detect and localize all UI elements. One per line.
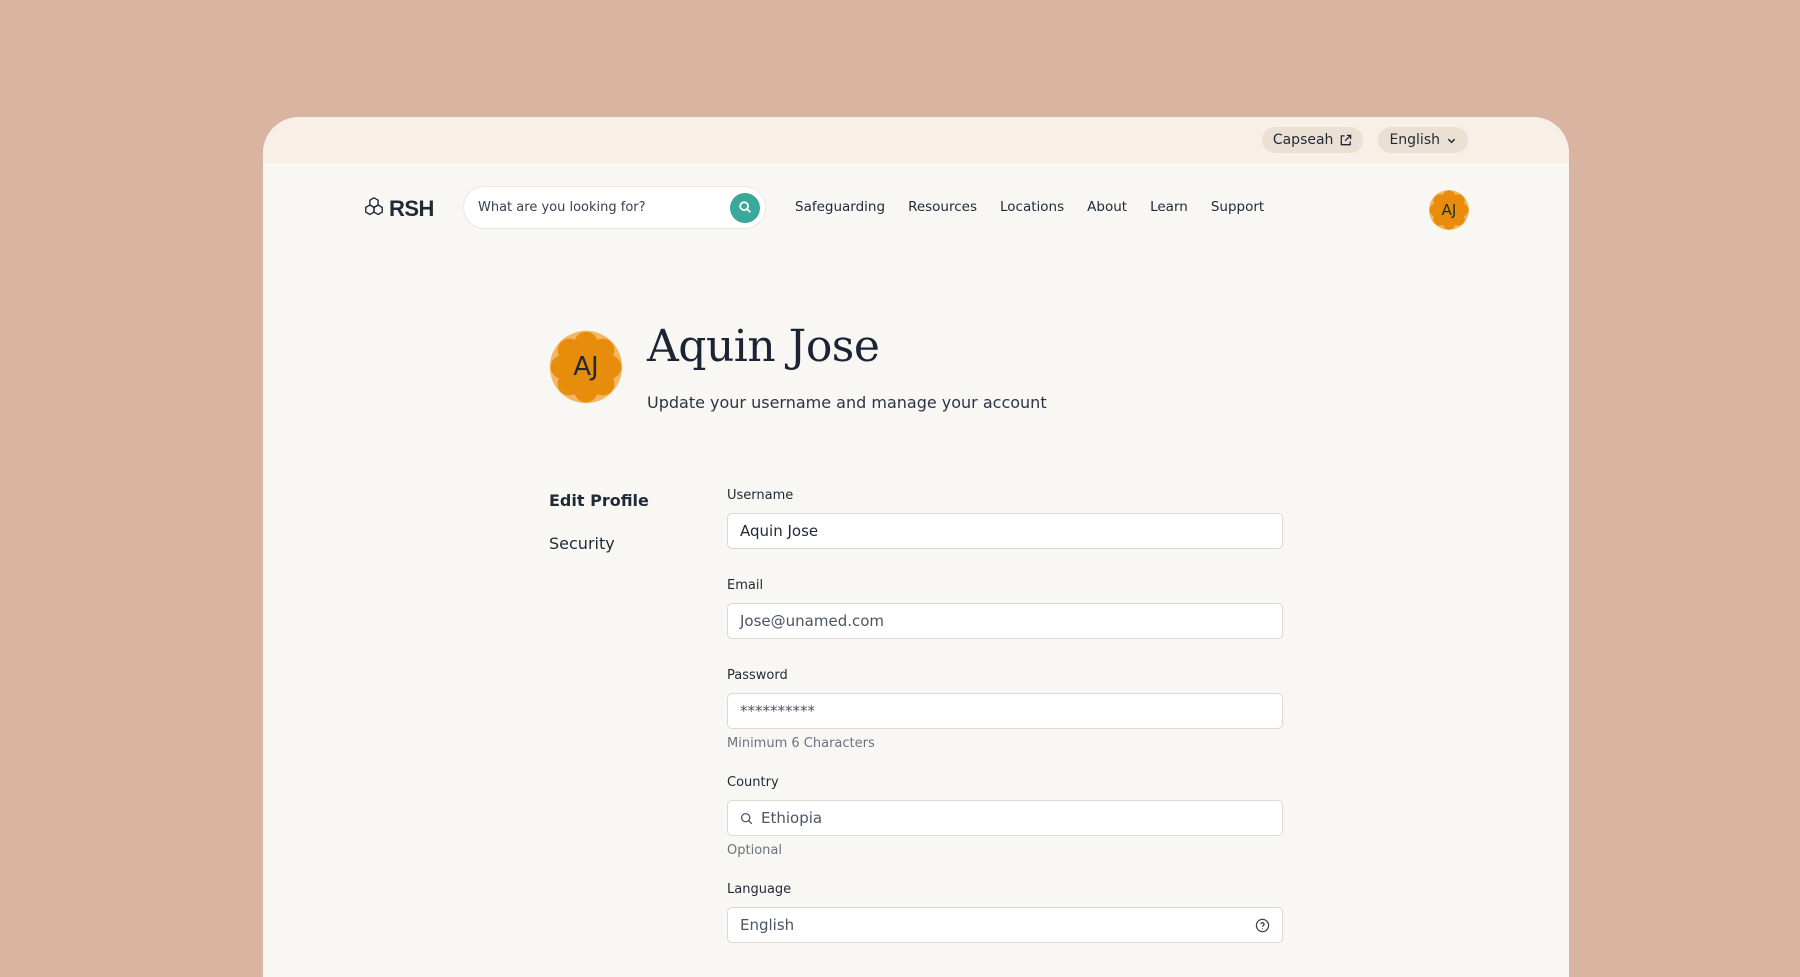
- edit-profile-form: Username Aquin Jose Email Jose@unamed.co…: [727, 488, 1283, 943]
- search-input[interactable]: [478, 200, 718, 215]
- page-subtitle: Update your username and manage your acc…: [647, 393, 1047, 412]
- user-avatar-menu[interactable]: AJ: [1428, 189, 1470, 231]
- email-field-group: Email Jose@unamed.com: [727, 578, 1283, 639]
- country-hint: Optional: [727, 843, 782, 858]
- email-input[interactable]: Jose@unamed.com: [727, 603, 1283, 639]
- external-link-icon: [1339, 134, 1352, 147]
- country-input[interactable]: Ethiopia: [727, 800, 1283, 836]
- nav-links: Safeguarding Resources Locations About L…: [795, 163, 1264, 251]
- password-label: Password: [727, 668, 788, 683]
- page-title: Aquin Jose: [647, 321, 880, 372]
- search-bar: [463, 186, 766, 229]
- utility-bar: Capseah English: [263, 117, 1569, 163]
- email-label: Email: [727, 578, 764, 593]
- side-menu-security[interactable]: Security: [549, 534, 649, 553]
- country-field-group: Country Ethiopia Optional: [727, 775, 1283, 858]
- help-circle-icon[interactable]: [1255, 918, 1270, 933]
- main-navbar: RSH Safeguarding Resources Locations Abo…: [263, 163, 1569, 251]
- profile-avatar: AJ: [548, 329, 624, 405]
- language-selector-label: English: [1389, 132, 1440, 148]
- search-icon: [738, 199, 752, 218]
- nav-link-support[interactable]: Support: [1211, 199, 1264, 215]
- logo-hexagon-icon: [363, 196, 385, 222]
- password-input[interactable]: **********: [727, 693, 1283, 729]
- profile-avatar-initials: AJ: [573, 352, 599, 382]
- nav-link-learn[interactable]: Learn: [1150, 199, 1188, 215]
- email-value: Jose@unamed.com: [740, 612, 885, 630]
- nav-link-about[interactable]: About: [1087, 199, 1127, 215]
- nav-link-resources[interactable]: Resources: [908, 199, 977, 215]
- chevron-down-icon: [1446, 135, 1457, 146]
- language-value: English: [740, 916, 795, 934]
- app-window: Capseah English RSH What are you looking…: [263, 117, 1569, 977]
- avatar-initials: AJ: [1441, 201, 1457, 219]
- search-button[interactable]: [730, 193, 760, 223]
- username-input[interactable]: Aquin Jose: [727, 513, 1283, 549]
- capseah-link-label: Capseah: [1272, 132, 1334, 148]
- country-value: Ethiopia: [761, 809, 823, 827]
- settings-side-menu: Edit Profile Security: [549, 491, 649, 553]
- nav-link-locations[interactable]: Locations: [1000, 199, 1064, 215]
- language-selector[interactable]: English: [1378, 127, 1468, 153]
- username-value: Aquin Jose: [740, 522, 819, 540]
- capseah-link[interactable]: Capseah: [1261, 127, 1364, 153]
- language-field-group: Language English: [727, 882, 1283, 943]
- nav-link-safeguarding[interactable]: Safeguarding: [795, 199, 885, 215]
- username-label: Username: [727, 488, 794, 503]
- logo-text: RSH: [389, 196, 434, 221]
- country-label: Country: [727, 775, 779, 790]
- password-hint: Minimum 6 Characters: [727, 736, 875, 751]
- search-icon: [740, 812, 753, 825]
- logo[interactable]: RSH: [363, 196, 434, 222]
- side-menu-edit-profile[interactable]: Edit Profile: [549, 491, 649, 510]
- language-label: Language: [727, 882, 792, 897]
- password-field-group: Password ********** Minimum 6 Characters: [727, 668, 1283, 751]
- password-value: **********: [740, 702, 815, 720]
- language-input[interactable]: English: [727, 907, 1283, 943]
- username-field-group: Username Aquin Jose: [727, 488, 1283, 549]
